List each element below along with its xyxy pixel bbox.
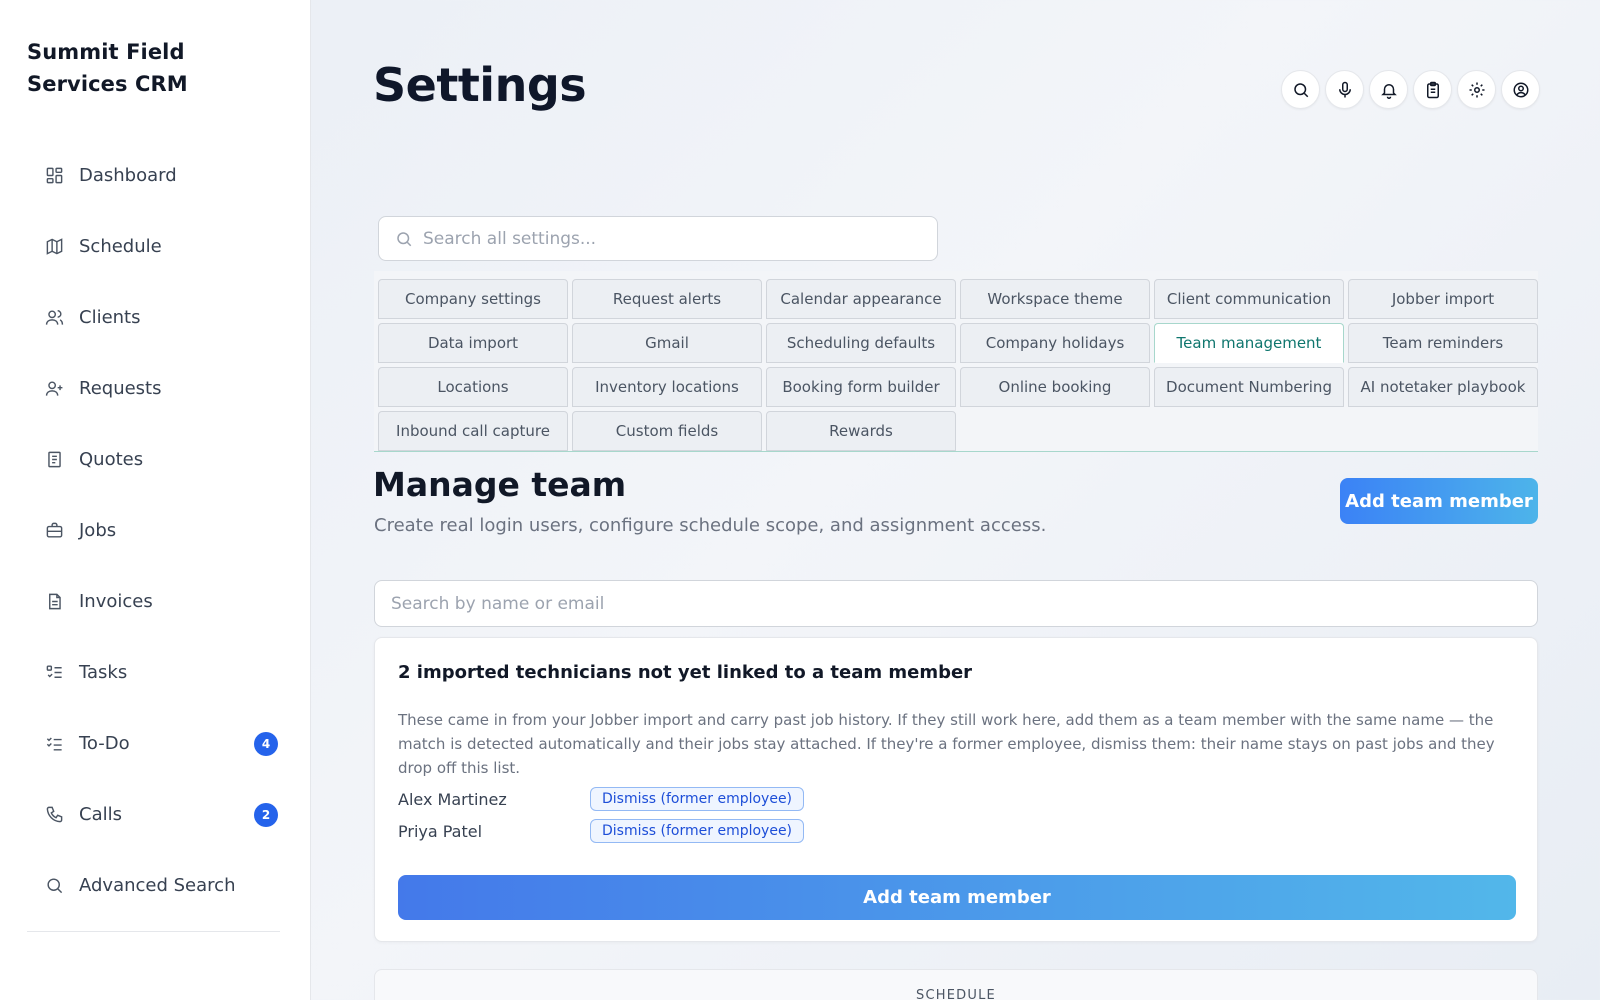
tab-company-holidays[interactable]: Company holidays	[960, 323, 1150, 363]
users-icon	[43, 307, 65, 329]
section-title: Manage team	[373, 465, 627, 504]
sidebar-item-clients[interactable]: Clients	[27, 282, 280, 353]
sidebar-item-invoices[interactable]: Invoices	[27, 566, 280, 637]
schedule-panel-label: SCHEDULE	[916, 988, 996, 1000]
technician-name: Priya Patel	[398, 821, 483, 841]
sidebar-item-label: Dashboard	[79, 165, 177, 186]
todo-count-badge: 4	[254, 731, 278, 756]
header-settings-button[interactable]	[1457, 70, 1496, 109]
card-title: 2 imported technicians not yet linked to…	[398, 662, 973, 683]
quote-doc-icon	[43, 449, 65, 471]
sidebar-item-label: Advanced Search	[79, 875, 236, 896]
sidebar-item-quotes[interactable]: Quotes	[27, 424, 280, 495]
checklist-icon	[43, 733, 65, 755]
sidebar-item-schedule[interactable]: Schedule	[27, 211, 280, 282]
sidebar-item-jobs[interactable]: Jobs	[27, 495, 280, 566]
header-clipboard-button[interactable]	[1413, 70, 1452, 109]
schedule-panel: SCHEDULE	[374, 969, 1538, 1000]
tab-rewards[interactable]: Rewards	[766, 411, 956, 451]
team-search-box	[374, 580, 1538, 627]
phone-icon	[43, 804, 65, 826]
sidebar-item-label: Clients	[79, 307, 141, 328]
tab-scheduling-defaults[interactable]: Scheduling defaults	[766, 323, 956, 363]
brand-name: Summit Field Services CRM	[27, 40, 188, 96]
calls-count-badge: 2	[254, 802, 278, 827]
tab-company-settings[interactable]: Company settings	[378, 279, 568, 319]
tab-document-numbering[interactable]: Document Numbering	[1154, 367, 1344, 407]
sidebar-item-label: Invoices	[79, 591, 153, 612]
search-icon	[43, 875, 65, 897]
sidebar-item-label: Schedule	[79, 236, 162, 257]
sidebar-item-todo[interactable]: To-Do 4	[27, 708, 280, 779]
tab-gmail[interactable]: Gmail	[572, 323, 762, 363]
sidebar-item-calls[interactable]: Calls 2	[27, 779, 280, 850]
add-team-member-button[interactable]: Add team member	[1340, 478, 1538, 524]
tab-calendar-appearance[interactable]: Calendar appearance	[766, 279, 956, 319]
tab-data-import[interactable]: Data import	[378, 323, 568, 363]
sidebar-item-label: Requests	[79, 378, 162, 399]
user-circle-icon	[1513, 82, 1528, 97]
tab-team-reminders[interactable]: Team reminders	[1348, 323, 1538, 363]
list-item: Alex Martinez Dismiss (former employee)	[398, 786, 805, 812]
tab-locations[interactable]: Locations	[378, 367, 568, 407]
header-voice-button[interactable]	[1325, 70, 1364, 109]
tab-ai-notetaker-playbook[interactable]: AI notetaker playbook	[1348, 367, 1538, 407]
microphone-icon	[1338, 81, 1351, 97]
briefcase-icon	[43, 520, 65, 542]
settings-tabs: Company settings Request alerts Calendar…	[374, 271, 1538, 452]
technician-name: Alex Martinez	[398, 789, 507, 809]
header-toolbar	[1281, 70, 1540, 109]
map-icon	[43, 236, 65, 258]
dashboard-icon	[43, 165, 65, 187]
list-item: Priya Patel Dismiss (former employee)	[398, 818, 805, 844]
tab-booking-form-builder[interactable]: Booking form builder	[766, 367, 956, 407]
team-search-input[interactable]	[391, 593, 1511, 614]
search-icon	[1293, 82, 1308, 97]
search-icon	[395, 230, 413, 248]
settings-search-box	[378, 216, 938, 261]
sidebar-item-advanced-search[interactable]: Advanced Search	[27, 850, 280, 921]
page-title: Settings	[373, 58, 587, 112]
sidebar-item-label: Tasks	[79, 662, 128, 683]
settings-search-input[interactable]	[423, 228, 903, 249]
section-subtitle: Create real login users, configure sched…	[374, 515, 1047, 536]
header-search-button[interactable]	[1281, 70, 1320, 109]
tab-client-communication[interactable]: Client communication	[1154, 279, 1344, 319]
sidebar-item-dashboard[interactable]: Dashboard	[27, 140, 280, 211]
invoice-icon	[43, 591, 65, 613]
header-profile-button[interactable]	[1501, 70, 1540, 109]
bell-icon	[1380, 83, 1397, 99]
tab-inventory-locations[interactable]: Inventory locations	[572, 367, 762, 407]
clipboard-icon	[1426, 81, 1439, 98]
sidebar-item-label: Calls	[79, 804, 122, 825]
sidebar-item-requests[interactable]: Requests	[27, 353, 280, 424]
sidebar-item-label: Jobs	[79, 520, 117, 541]
sidebar-item-label: Quotes	[79, 449, 144, 470]
sidebar-divider	[27, 931, 280, 932]
tab-inbound-call-capture[interactable]: Inbound call capture	[378, 411, 568, 451]
tab-request-alerts[interactable]: Request alerts	[572, 279, 762, 319]
card-description: These came in from your Jobber import an…	[398, 711, 1495, 777]
gear-icon	[1469, 82, 1484, 97]
dismiss-technician-button[interactable]: Dismiss (former employee)	[590, 819, 805, 843]
tab-team-management[interactable]: Team management	[1154, 323, 1344, 363]
tab-jobber-import[interactable]: Jobber import	[1348, 279, 1538, 319]
tab-online-booking[interactable]: Online booking	[960, 367, 1150, 407]
tab-custom-fields[interactable]: Custom fields	[572, 411, 762, 451]
tab-workspace-theme[interactable]: Workspace theme	[960, 279, 1150, 319]
imported-technicians-card: 2 imported technicians not yet linked to…	[374, 637, 1538, 942]
user-plus-icon	[43, 378, 65, 400]
sidebar: Summit Field Services CRM Dashboard Sche…	[0, 0, 311, 1000]
card-add-team-member-button[interactable]: Add team member	[398, 875, 1516, 920]
header-notifications-button[interactable]	[1369, 70, 1408, 109]
sidebar-item-tasks[interactable]: Tasks	[27, 637, 280, 708]
sidebar-item-label: To-Do	[79, 733, 130, 754]
task-list-icon	[43, 662, 65, 684]
dismiss-technician-button[interactable]: Dismiss (former employee)	[590, 787, 805, 811]
sidebar-nav: Dashboard Schedule Clients Requests Quot…	[27, 140, 280, 921]
